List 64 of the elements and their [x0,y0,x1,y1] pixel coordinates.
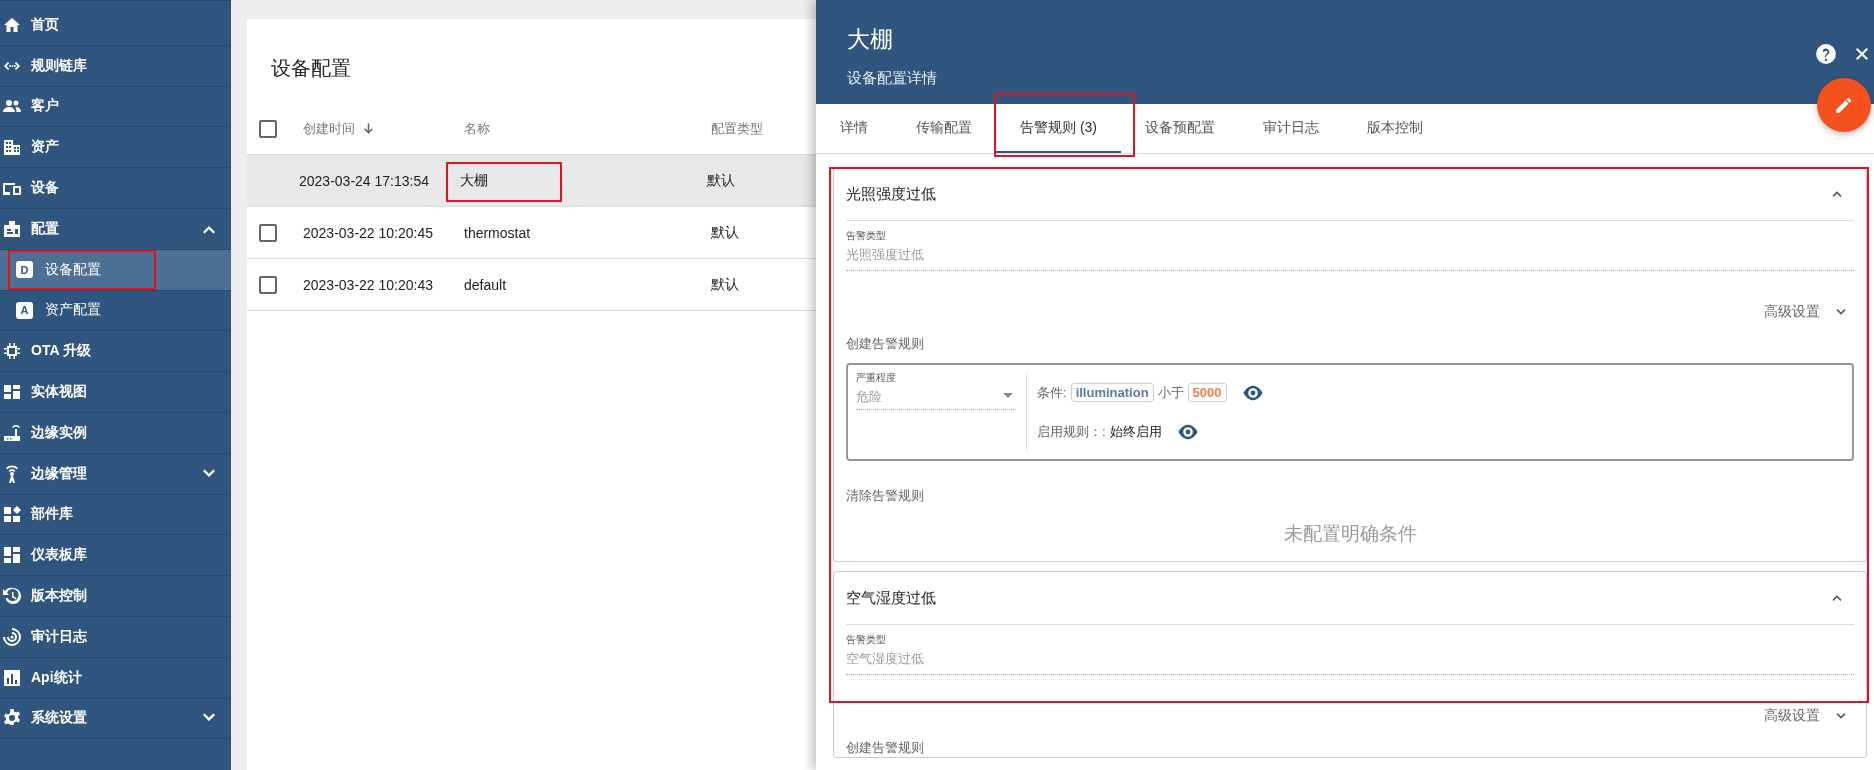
sidebar-item[interactable]: 实体视图 [0,372,231,413]
sidebar-item[interactable]: 设备 [0,168,231,209]
sidebar-item[interactable]: 边缘实例 [0,412,231,454]
column-header[interactable]: 创建时间 [303,119,464,138]
table-cell-text: default [464,276,508,293]
sidebar-item[interactable]: 资产 [0,127,231,169]
table-cell: 大棚 [460,171,707,190]
table-cell-text: 2023-03-22 10:20:43 [303,276,434,293]
sidebar-subitem[interactable]: D 设备配置 [0,249,231,291]
alarm-title: 空气湿度过低 [846,588,936,608]
drawer-title: 大棚 [847,25,893,54]
badge-icon: D [16,261,33,279]
tab[interactable]: 设备预配置 [1121,104,1239,153]
sidebar-item[interactable]: 规则链库 [0,45,231,87]
schedule-value: 始终启用 [1109,422,1162,441]
sidebar-item[interactable]: OTA 升级 [0,331,231,373]
sidebar-item[interactable]: 系统设置 [0,698,231,740]
sidebar-item[interactable]: 审计日志 [0,616,231,658]
alarm-type-field[interactable]: 告警类型 空气湿度过低 [846,625,1854,675]
sidebar-subitem[interactable]: A 资产配置 [0,290,231,332]
table-cell-text: 2023-03-22 10:20:45 [303,224,434,241]
key-chip: illumination [1070,383,1154,402]
alarm-type-field[interactable]: 告警类型 光照强度过低 [846,221,1854,271]
table-cell: 默认 [711,275,739,294]
drawer-subtitle: 设备配置详情 [847,69,937,88]
field-value: 危险 [856,388,882,406]
field-value: 光照强度过低 [846,246,925,264]
sidebar-item[interactable]: 客户 [0,86,231,128]
empty-message: 未配置明确条件 [1282,522,1418,546]
sidebar-item[interactable]: 仪表板库 [0,535,231,577]
tab[interactable]: 告警规则 (3) [996,104,1121,153]
table-cell-text: thermostat [464,224,532,241]
value-chip: 5000 [1187,383,1227,402]
alarm-title: 光照强度过低 [846,184,936,204]
section-label: 创建告警规则 [846,335,925,353]
field-value: 空气湿度过低 [846,650,925,668]
operator-text: 小于 [1157,383,1184,402]
sidebar-item[interactable]: 版本控制 [0,576,231,617]
field-label: 告警类型 [846,633,887,647]
column-header[interactable]: 名称 [464,119,711,138]
field-label: 严重程度 [856,371,897,385]
section-label: 清除告警规则 [846,487,925,505]
tab[interactable]: 版本控制 [1343,104,1447,153]
tab[interactable]: 传输配置 [892,104,996,153]
table-cell: 默认 [711,223,739,242]
condition-label: 条件: [1037,383,1067,402]
advanced-settings-link[interactable]: 高级设置 [1764,707,1820,725]
sidebar-item[interactable]: 边缘管理 [0,453,231,495]
tab[interactable]: 审计日志 [1239,104,1343,153]
sidebar-item[interactable]: 首页 [0,5,231,46]
badge-icon: A [16,301,33,319]
severity-select[interactable]: 严重程度 危险 [848,365,1026,459]
section-label: 创建告警规则 [846,739,925,757]
sidebar-item[interactable]: Api统计 [0,657,231,699]
field-label: 告警类型 [846,229,887,243]
table-cell-text: 2023-03-24 17:13:54 [299,172,430,189]
column-header[interactable]: 配置类型 [711,119,763,138]
tab[interactable]: 详情 [816,104,892,153]
table-cell: 默认 [707,171,735,190]
sidebar-item[interactable]: 部件库 [0,494,231,536]
sidebar-item[interactable]: 配置 [0,209,231,250]
page-title: 设备配置 [270,56,351,81]
schedule-label: 启用规则：: [1037,422,1106,441]
advanced-settings-link[interactable]: 高级设置 [1764,303,1820,321]
